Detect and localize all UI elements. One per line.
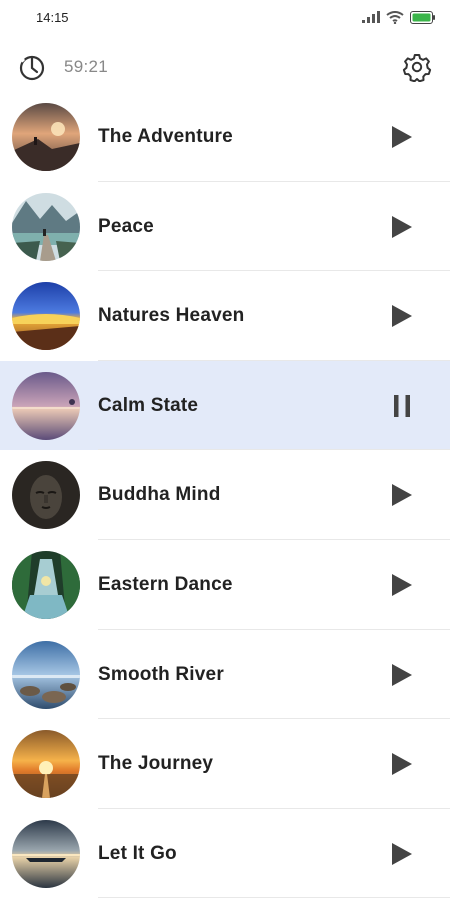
- play-icon[interactable]: [390, 663, 414, 687]
- signal-icon: [362, 11, 380, 23]
- track-row-peace[interactable]: Peace: [0, 182, 450, 272]
- track-thumbnail: [12, 282, 80, 351]
- track-title: Buddha Mind: [98, 484, 221, 506]
- timer-icon[interactable]: [18, 53, 46, 81]
- track-title: Eastern Dance: [98, 573, 233, 595]
- status-bar: 14:15: [0, 0, 450, 36]
- track-thumbnail: [12, 371, 80, 440]
- track-row-eastern-dance[interactable]: Eastern Dance: [0, 540, 450, 630]
- track-thumbnail: [12, 819, 80, 888]
- track-title: The Journey: [98, 753, 214, 775]
- play-icon[interactable]: [390, 573, 414, 597]
- track-list: The Adventure Peace Natures Heaven Calm …: [0, 92, 450, 899]
- track-title: The Adventure: [98, 126, 233, 147]
- track-title: Let It Go: [98, 842, 177, 864]
- play-icon[interactable]: [390, 842, 414, 866]
- battery-icon: [410, 10, 435, 24]
- track-thumbnail: [12, 103, 80, 171]
- play-icon[interactable]: [390, 483, 414, 507]
- play-icon[interactable]: [390, 304, 414, 328]
- status-time: 14:15: [36, 10, 69, 25]
- top-bar: 59:21: [0, 40, 450, 94]
- status-icons: [362, 10, 436, 24]
- play-icon[interactable]: [390, 125, 414, 149]
- track-title: Smooth River: [98, 663, 224, 685]
- track-thumbnail: [12, 550, 80, 619]
- track-thumbnail: [12, 192, 80, 261]
- track-row-buddha-mind[interactable]: Buddha Mind: [0, 450, 450, 540]
- track-thumbnail: [12, 461, 80, 530]
- track-row-natures-heaven[interactable]: Natures Heaven: [0, 271, 450, 361]
- pause-icon[interactable]: [390, 394, 414, 418]
- gear-icon[interactable]: [402, 52, 432, 82]
- wifi-icon: [386, 10, 404, 24]
- divider: [98, 897, 450, 899]
- sleep-timer-readout: 59:21: [64, 57, 109, 76]
- track-thumbnail: [12, 730, 80, 799]
- track-title: Calm State: [98, 394, 199, 416]
- play-icon[interactable]: [390, 752, 414, 776]
- track-row-smooth-river[interactable]: Smooth River: [0, 630, 450, 720]
- track-row-the-journey[interactable]: The Journey: [0, 719, 450, 809]
- play-icon[interactable]: [390, 215, 414, 239]
- track-title: Peace: [98, 215, 154, 237]
- track-thumbnail: [12, 640, 80, 709]
- track-row-calm-state[interactable]: Calm State: [0, 360, 450, 451]
- track-row-the-adventure[interactable]: The Adventure: [0, 92, 450, 182]
- track-title: Natures Heaven: [98, 305, 245, 327]
- track-row-let-it-go[interactable]: Let It Go: [0, 809, 450, 899]
